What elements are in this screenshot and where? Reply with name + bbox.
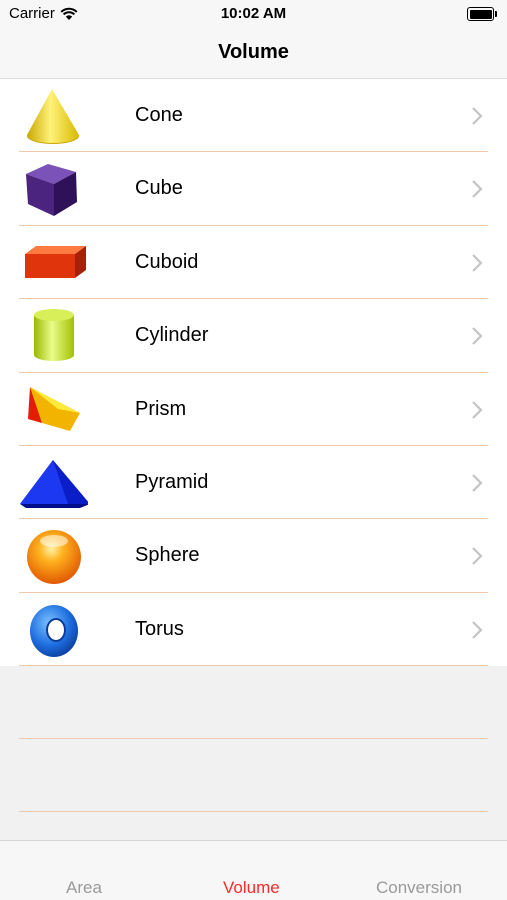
list-item-label: Prism (135, 397, 187, 420)
list-item-cone[interactable]: Cone (0, 79, 507, 153)
cone-icon (27, 89, 79, 144)
list-item-torus[interactable]: Torus (0, 593, 507, 667)
list-item-cube[interactable]: Cube (0, 152, 507, 226)
tab-area[interactable]: Area (66, 878, 102, 898)
pyramid-icon (20, 459, 88, 508)
page-title: Volume (218, 41, 289, 63)
list-item-pyramid[interactable]: Pyramid (0, 446, 507, 520)
chevron-right-icon (472, 107, 483, 125)
chevron-right-icon (472, 547, 483, 566)
app-screen: Carrier 10:02 AM Volume Cone Cube Cuboid… (0, 0, 507, 900)
tab-conversion[interactable]: Conversion (376, 878, 462, 898)
list-item-label: Pyramid (135, 470, 209, 493)
chevron-right-icon (472, 327, 483, 345)
torus-icon (30, 604, 78, 657)
tab-volume[interactable]: Volume (223, 878, 280, 898)
list-item-sphere[interactable]: Sphere (0, 519, 507, 593)
tab-bar: Area Volume Conversion (0, 840, 507, 900)
sphere-icon (27, 530, 81, 585)
list-item-label: Torus (135, 617, 184, 640)
list-item-prism[interactable]: Prism (0, 373, 507, 446)
row-separator (19, 738, 488, 739)
cube-icon (26, 164, 77, 217)
list-item-cuboid[interactable]: Cuboid (0, 226, 507, 300)
prism-icon (28, 386, 80, 431)
cuboid-icon (25, 245, 86, 278)
navigation-bar: Volume (0, 30, 507, 79)
list-item-label: Cube (135, 177, 183, 200)
chevron-right-icon (472, 254, 483, 272)
list-item-label: Cylinder (135, 324, 209, 347)
list-item-label: Sphere (135, 544, 200, 567)
chevron-right-icon (472, 474, 483, 492)
chevron-right-icon (472, 620, 483, 639)
list-item-label: Cuboid (135, 250, 199, 273)
row-separator (19, 665, 488, 667)
battery-icon (467, 7, 497, 21)
list-item-cylinder[interactable]: Cylinder (0, 299, 507, 373)
status-bar: Carrier 10:02 AM (0, 0, 507, 30)
shape-list: Cone Cube Cuboid Cylinder Prism Pyramid … (0, 79, 507, 667)
row-separator (19, 811, 488, 812)
chevron-right-icon (472, 400, 483, 419)
list-item-label: Cone (135, 104, 183, 126)
status-time: 10:02 AM (220, 5, 287, 22)
chevron-right-icon (472, 180, 483, 199)
cylinder-icon (34, 309, 74, 362)
